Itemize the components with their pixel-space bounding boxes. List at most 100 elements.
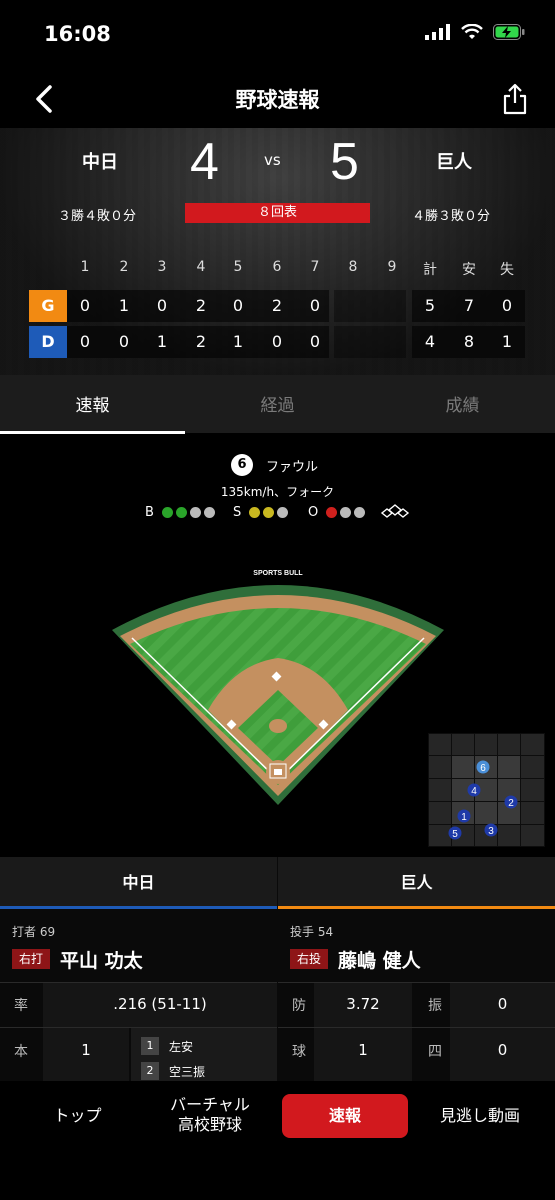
away-team-name: 巨人	[436, 152, 472, 173]
status-time: 16:08	[44, 22, 111, 46]
batter-hand-badge: 右打	[12, 949, 50, 969]
batter-avg-row: 率 .216 (51-11)	[0, 982, 277, 1027]
matchup-panel: 中日 巨人 打者 69 右打 平山 功太 投手 54 右投 藤嶋 健人 率 .2…	[0, 857, 555, 1082]
ball-label: B	[145, 505, 154, 520]
score-cell: 0	[309, 332, 321, 351]
score-cell: 0	[232, 296, 244, 315]
away-score: 5	[330, 133, 359, 191]
home-team-name: 中日	[82, 152, 118, 173]
inning-header: 6	[272, 259, 282, 275]
pitcher-k-label: 振	[428, 998, 442, 1014]
page-title: 野球速報	[235, 88, 320, 112]
tab-stats[interactable]: 成績	[370, 391, 555, 416]
pitcher-bb-value: 0	[497, 1041, 508, 1059]
bottom-nav: トップ バーチャル 高校野球 速報 見逃し動画	[0, 1081, 555, 1200]
pitcher-era-row: 防 3.72 振 0	[278, 982, 555, 1027]
at-bat-result: 空三振	[169, 1065, 206, 1079]
score-cell: 2	[195, 332, 207, 351]
active-tab-indicator	[0, 431, 185, 434]
batter-team-header[interactable]: 中日	[0, 857, 277, 909]
out-dot-off	[340, 507, 352, 518]
score-cell: 0	[79, 332, 91, 351]
giants-tag: G	[29, 290, 67, 322]
tab-progress[interactable]: 経過	[185, 391, 370, 416]
score-cell: 2	[195, 296, 207, 315]
linescore-row: D 0 0 1 2 1 0 0 4 8 1	[0, 326, 555, 358]
vs-label: vs	[264, 151, 281, 169]
score-cell: 0	[156, 296, 168, 315]
inning-header: 3	[157, 259, 167, 275]
inning-header: 5	[233, 259, 243, 275]
out-label: O	[308, 505, 319, 520]
pitch-number-badge: 6	[231, 454, 253, 476]
errors-cell: 1	[501, 332, 513, 351]
batter-role: 打者 69	[12, 925, 56, 939]
score-cell: 0	[118, 332, 130, 351]
pitcher-role: 投手 54	[290, 925, 334, 939]
inning-header: 4	[196, 259, 206, 275]
strike-count: S	[233, 505, 289, 520]
errors-cell: 0	[501, 296, 513, 315]
at-bat-result: 左安	[169, 1040, 194, 1054]
pitcher-name: 藤嶋 健人	[338, 950, 421, 972]
ball-dot-off	[203, 507, 215, 518]
pitcher-count-row: 球 1 四 0	[278, 1027, 555, 1082]
pitch-result: ファウル	[266, 460, 319, 475]
ball-count: B	[145, 505, 215, 520]
linescore-row: G 0 1 0 2 0 2 0 5 7 0	[0, 290, 555, 322]
strike-zone-chart: 1 2 3 4 5 6	[428, 733, 545, 847]
cellular-signal-icon	[425, 24, 450, 40]
inning-header: 9	[387, 259, 397, 275]
bases-empty-icon	[380, 504, 410, 518]
bottom-nav-top[interactable]: トップ	[30, 1106, 125, 1126]
strike-dot-on	[249, 507, 261, 518]
out-count: O	[308, 505, 366, 520]
score-cell: 0	[271, 332, 283, 351]
inning-header: 7	[310, 259, 320, 275]
ball-dot-on	[161, 507, 173, 518]
home-score: 4	[190, 133, 219, 191]
score-cell: 1	[232, 332, 244, 351]
score-cell: 0	[79, 296, 91, 315]
battery-charging-icon	[493, 24, 525, 40]
bottom-nav-virtual[interactable]: バーチャル 高校野球	[150, 1095, 270, 1135]
total-runs-cell: 5	[424, 296, 436, 315]
errors-header: 失	[500, 262, 514, 278]
bottom-nav-live[interactable]: 速報	[282, 1094, 408, 1138]
total-runs-cell: 4	[424, 332, 436, 351]
score-header: 中日 4 vs 5 巨人 ３勝４敗０分 ８回表 ４勝３敗０分 1 2 3 4 5…	[0, 128, 555, 375]
pitcher-era-label: 防	[292, 998, 306, 1014]
batter-name: 平山 功太	[60, 950, 143, 972]
inning-header: 8	[348, 259, 358, 275]
batter-avg-value: .216 (51-11)	[113, 995, 207, 1013]
status-icons	[425, 24, 525, 40]
tab-live[interactable]: 速報	[0, 391, 185, 416]
at-bat-number: 1	[141, 1037, 159, 1055]
bottom-nav-video[interactable]: 見逃し動画	[425, 1106, 535, 1126]
pitch-speed-type: 135km/h、フォーク	[220, 485, 335, 499]
batter-avg-label: 率	[14, 998, 28, 1014]
out-dot-off	[354, 507, 366, 518]
pitch-marker-label: 2	[508, 798, 514, 809]
pitch-count-value: 1	[358, 1041, 368, 1059]
pitch-count-label: 球	[292, 1044, 306, 1060]
pitch-marker-label: 5	[452, 829, 458, 840]
pitcher-bb-label: 四	[428, 1044, 442, 1060]
total-runs-header: 計	[423, 262, 437, 278]
strike-dot-on	[263, 507, 275, 518]
status-bar: 16:08	[0, 0, 555, 70]
wifi-icon	[461, 24, 483, 39]
pitcher-era-value: 3.72	[346, 995, 380, 1013]
dragons-tag: D	[29, 326, 67, 358]
ball-dot-on	[175, 507, 187, 518]
baseball-field-diagram: SPORTS BULL	[112, 570, 444, 805]
pitch-marker-label: 4	[471, 786, 477, 797]
share-icon[interactable]	[501, 82, 529, 116]
score-cell: 2	[271, 296, 283, 315]
at-bat-number: 2	[141, 1062, 159, 1080]
pitcher-team-header[interactable]: 巨人	[278, 857, 555, 909]
ball-dot-off	[189, 507, 201, 518]
nav-bar: 野球速報	[0, 70, 555, 128]
pitch-marker-label: 3	[488, 826, 494, 837]
bottom-nav-virtual-line1: バーチャル	[170, 1095, 250, 1114]
